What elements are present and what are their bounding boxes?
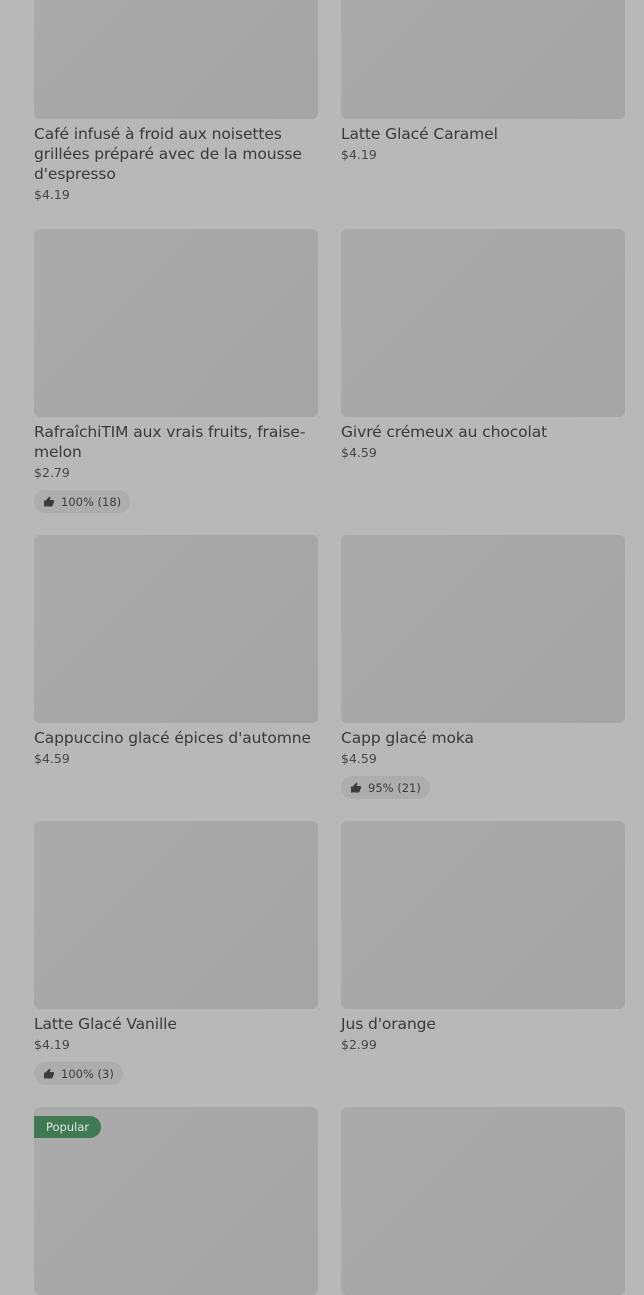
- product-price: $4.19: [341, 147, 377, 162]
- product-card[interactable]: Popular: [34, 1107, 318, 1295]
- product-card[interactable]: Latte Glacé Caramel $4.19: [341, 0, 625, 163]
- product-image: [34, 229, 318, 417]
- product-title: Café infusé à froid aux noisettes grillé…: [34, 125, 302, 183]
- product-card[interactable]: Jus d'orange $2.99: [341, 821, 625, 1053]
- product-image: [34, 821, 318, 1009]
- product-image: [341, 229, 625, 417]
- product-image: [34, 0, 318, 119]
- product-image: [34, 535, 318, 723]
- product-grid: Café infusé à froid aux noisettes grillé…: [0, 0, 644, 1295]
- product-title: Givré crémeux au chocolat: [341, 423, 548, 441]
- product-image: [341, 821, 625, 1009]
- thumbs-up-icon: [44, 1068, 54, 1078]
- product-price: $2.99: [341, 1037, 377, 1052]
- product-title: Jus d'orange: [341, 1015, 436, 1033]
- product-card[interactable]: Capp glacé moka $4.59 95% (21): [341, 535, 625, 799]
- rating-pill: 100% (18): [34, 490, 131, 513]
- product-image: [341, 1107, 625, 1295]
- product-image: Popular: [34, 1107, 318, 1295]
- rating-text: 95% (21): [368, 780, 421, 795]
- product-price: $4.59: [341, 751, 377, 766]
- product-price: $4.59: [341, 445, 377, 460]
- rating-text: 100% (3): [61, 1066, 114, 1081]
- product-title: Latte Glacé Caramel: [341, 125, 498, 143]
- product-image: [341, 535, 625, 723]
- rating-pill: 100% (3): [34, 1062, 123, 1085]
- popular-badge: Popular: [34, 1116, 102, 1138]
- product-price: $4.19: [34, 187, 70, 202]
- product-price: $4.59: [34, 751, 70, 766]
- product-price: $2.79: [34, 465, 70, 480]
- product-title: Cappuccino glacé épices d'automne: [34, 729, 311, 747]
- product-card[interactable]: Cappuccino glacé épices d'automne $4.59: [34, 535, 318, 767]
- thumbs-up-icon: [44, 496, 54, 506]
- thumbs-up-icon: [351, 782, 361, 792]
- product-title: Capp glacé moka: [341, 729, 474, 747]
- product-card[interactable]: [341, 1107, 625, 1295]
- product-title: RafraîchiTIM aux vrais fruits, fraise-me…: [34, 423, 306, 461]
- rating-pill: 95% (21): [341, 776, 430, 799]
- product-price: $4.19: [34, 1037, 70, 1052]
- product-card[interactable]: RafraîchiTIM aux vrais fruits, fraise-me…: [34, 229, 318, 513]
- product-card[interactable]: Givré crémeux au chocolat $4.59: [341, 229, 625, 461]
- product-image: [341, 0, 625, 119]
- rating-text: 100% (18): [61, 494, 122, 509]
- product-card[interactable]: Latte Glacé Vanille $4.19 100% (3): [34, 821, 318, 1085]
- product-card[interactable]: Café infusé à froid aux noisettes grillé…: [34, 0, 318, 203]
- product-title: Latte Glacé Vanille: [34, 1015, 177, 1033]
